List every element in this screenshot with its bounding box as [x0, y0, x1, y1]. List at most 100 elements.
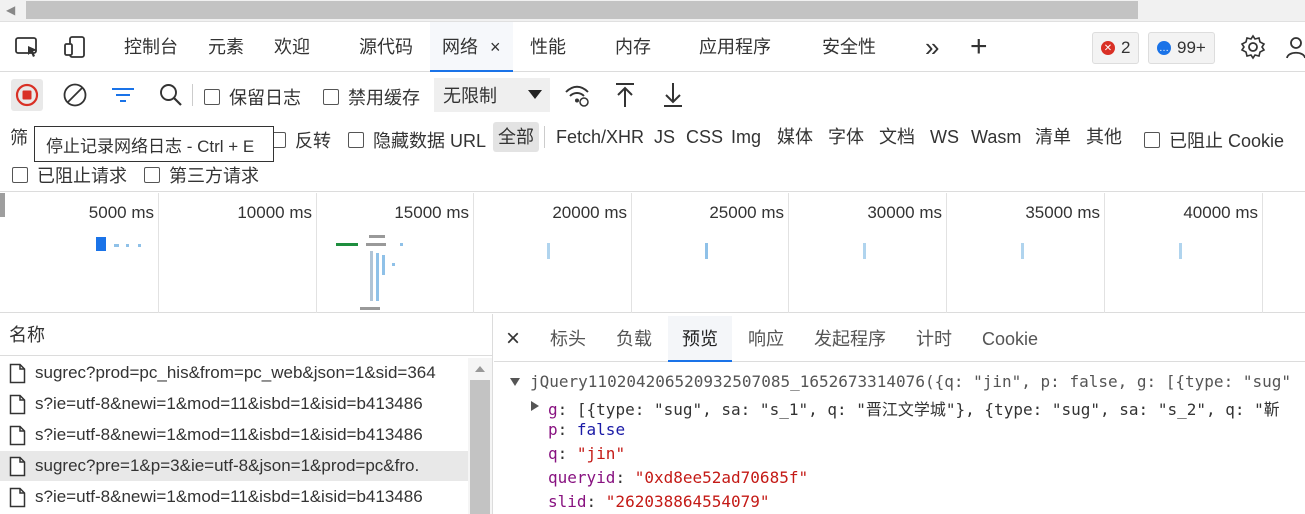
filter-input-label[interactable]: 筛 [10, 123, 28, 153]
tab-application[interactable]: 应用程序 [699, 22, 771, 72]
name-column-header[interactable]: 名称 [0, 314, 493, 356]
overview-tick: 10000 ms [237, 203, 312, 222]
filter-type-font[interactable]: 字体 [828, 122, 864, 152]
blocked-requests-box[interactable] [12, 167, 28, 183]
request-row[interactable]: s?ie=utf-8&newi=1&mod=11&isbd=1&isid=b41… [0, 389, 468, 419]
clear-log-icon[interactable] [60, 80, 90, 110]
scroll-left-icon[interactable]: ◀ [6, 3, 15, 17]
export-har-icon[interactable] [658, 80, 688, 110]
horizontal-scrollbar[interactable]: ◀ [0, 0, 1305, 22]
tab-performance[interactable]: 性能 [530, 22, 566, 72]
filter-type-all[interactable]: 全部 [493, 122, 539, 152]
document-icon [9, 456, 26, 476]
filter-type-ws[interactable]: WS [930, 122, 959, 152]
blocked-cookies-box[interactable] [1144, 132, 1160, 148]
colon: : [557, 444, 577, 463]
list-scrollbar[interactable] [468, 358, 492, 514]
filter-type-manifest[interactable]: 清单 [1035, 122, 1071, 152]
request-bar [370, 251, 373, 301]
preview-g-key: g [548, 400, 558, 419]
filter-type-fetch-xhr[interactable]: Fetch/XHR [556, 122, 644, 152]
hide-data-url-box[interactable] [348, 132, 364, 148]
scrollbar-thumb[interactable] [26, 1, 1138, 19]
import-har-icon[interactable] [610, 80, 640, 110]
preview-p-key: p [548, 420, 558, 439]
tab-memory[interactable]: 内存 [615, 22, 651, 72]
preserve-log-checkbox[interactable]: 保留日志 [204, 84, 301, 110]
throttling-select[interactable]: 无限制 [434, 78, 550, 112]
tab-preview[interactable]: 预览 [668, 316, 732, 362]
preview-p-value: false [576, 420, 626, 439]
filter-type-other[interactable]: 其他 [1086, 122, 1122, 152]
overview-column: 5000 ms [0, 193, 159, 313]
tab-security[interactable]: 安全性 [822, 22, 876, 72]
invert-checkbox[interactable]: 反转 [270, 127, 331, 153]
third-party-checkbox[interactable]: 第三方请求 [144, 162, 259, 188]
overview-column: 10000 ms [159, 193, 317, 313]
tab-elements[interactable]: 元素 [208, 22, 244, 72]
throttling-value: 无限制 [443, 86, 497, 106]
network-overview[interactable]: 5000 ms 10000 ms 15000 ms 20000 ms 25000… [0, 193, 1305, 313]
request-bar [369, 235, 385, 238]
disable-cache-box[interactable] [323, 89, 339, 105]
preserve-log-label: 保留日志 [229, 88, 301, 108]
request-row[interactable]: sugrec?prod=pc_his&from=pc_web&json=1&si… [0, 358, 468, 388]
close-detail-icon[interactable]: × [506, 316, 520, 362]
hide-data-url-checkbox[interactable]: 隐藏数据 URL [348, 127, 486, 153]
scroll-up-icon[interactable] [475, 366, 485, 372]
more-tabs-icon[interactable]: » [925, 22, 939, 72]
inspect-element-icon[interactable] [12, 32, 42, 62]
tab-network[interactable]: 网络 × [430, 22, 513, 72]
search-icon[interactable] [156, 80, 186, 110]
overview-tick: 30000 ms [867, 203, 942, 222]
collapse-arrow-icon[interactable] [510, 378, 520, 386]
error-count-badge[interactable]: ✕ 2 [1092, 32, 1140, 64]
request-row[interactable]: s?ie=utf-8&newi=1&mod=11&isbd=1&isid=b41… [0, 482, 468, 512]
list-scrollbar-thumb[interactable] [470, 380, 490, 514]
network-conditions-icon[interactable] [562, 80, 592, 110]
request-bar [126, 244, 129, 247]
blocked-cookies-checkbox[interactable]: 已阻止 Cookie [1144, 127, 1284, 153]
filter-icon[interactable] [108, 80, 138, 110]
profile-icon[interactable] [1282, 32, 1305, 62]
preview-q-value: "jin" [576, 444, 626, 463]
tab-initiator[interactable]: 发起程序 [814, 316, 886, 362]
filter-type-wasm[interactable]: Wasm [971, 122, 1021, 152]
filter-type-media[interactable]: 媒体 [777, 122, 813, 152]
disable-cache-checkbox[interactable]: 禁用缓存 [323, 84, 420, 110]
tab-response[interactable]: 响应 [748, 316, 784, 362]
blocked-requests-checkbox[interactable]: 已阻止请求 [12, 162, 127, 188]
error-icon: ✕ [1101, 41, 1115, 55]
filter-type-img[interactable]: Img [731, 122, 761, 152]
device-toolbar-icon[interactable] [60, 32, 90, 62]
tab-cookies[interactable]: Cookie [982, 316, 1038, 362]
invert-label: 反转 [295, 131, 331, 151]
request-list: 名称 sugrec?prod=pc_his&from=pc_web&json=1… [0, 314, 493, 514]
overview-column: 30000 ms [789, 193, 947, 313]
tab-timing[interactable]: 计时 [916, 316, 952, 362]
settings-gear-icon[interactable] [1238, 32, 1268, 62]
request-bar [376, 253, 379, 301]
record-stop-button[interactable] [11, 79, 43, 111]
add-tab-icon[interactable]: + [970, 22, 988, 72]
request-row-selected[interactable]: sugrec?pre=1&p=3&ie=utf-8&json=1&prod=pc… [0, 451, 468, 481]
filter-type-css[interactable]: CSS [686, 122, 723, 152]
expand-arrow-icon[interactable] [531, 401, 539, 411]
message-count-badge[interactable]: … 99+ [1148, 32, 1215, 64]
request-row[interactable]: s?ie=utf-8&newi=1&mod=11&isbd=1&isid=b41… [0, 420, 468, 450]
request-bar [366, 243, 386, 246]
preview-slid-line: slid: "262038864554079" [548, 492, 770, 511]
filter-type-doc[interactable]: 文档 [879, 122, 915, 152]
tab-welcome[interactable]: 欢迎 [274, 22, 310, 72]
tab-payload[interactable]: 负载 [616, 316, 652, 362]
preserve-log-box[interactable] [204, 89, 220, 105]
third-party-box[interactable] [144, 167, 160, 183]
preview-g-line[interactable]: g: [{type: "sug", sa: "s_1", q: "晋江文学城"}… [548, 396, 1280, 420]
filter-type-js[interactable]: JS [654, 122, 675, 152]
tab-sources[interactable]: 源代码 [359, 22, 413, 72]
tab-console[interactable]: 控制台 [124, 22, 178, 72]
third-party-label: 第三方请求 [169, 166, 259, 186]
close-tab-icon[interactable]: × [490, 37, 501, 57]
colon: : [557, 400, 577, 419]
tab-headers[interactable]: 标头 [550, 316, 586, 362]
